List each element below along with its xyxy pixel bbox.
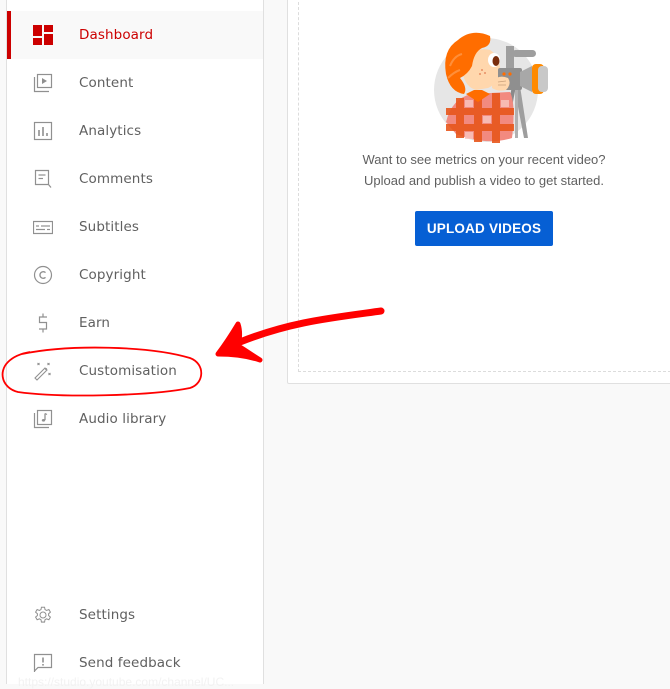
active-indicator (7, 11, 11, 59)
sidebar-item-subtitles[interactable]: Subtitles (7, 203, 263, 251)
gear-icon (31, 603, 55, 627)
sidebar-item-dashboard[interactable]: Dashboard (7, 11, 263, 59)
sidebar-item-label: Copyright (79, 267, 146, 283)
comments-icon (31, 167, 55, 191)
sidebar: Dashboard Content Analytics Comments Sub… (6, 0, 264, 684)
sidebar-item-label: Content (79, 75, 134, 91)
status-url: https://studio.youtube.com/channel/UC... (18, 675, 235, 689)
copyright-icon (31, 263, 55, 287)
sidebar-item-customisation[interactable]: Customisation (7, 347, 263, 395)
sidebar-item-copyright[interactable]: Copyright (7, 251, 263, 299)
sidebar-item-content[interactable]: Content (7, 59, 263, 107)
feedback-icon (31, 651, 55, 675)
analytics-icon (31, 119, 55, 143)
sidebar-item-label: Analytics (79, 123, 142, 139)
upload-videos-button[interactable]: UPLOAD VIDEOS (415, 211, 553, 246)
sidebar-item-settings[interactable]: Settings (7, 591, 263, 639)
dollar-icon (31, 311, 55, 335)
sidebar-item-audio-library[interactable]: Audio library (7, 395, 263, 443)
sidebar-item-analytics[interactable]: Analytics (7, 107, 263, 155)
sidebar-item-earn[interactable]: Earn (7, 299, 263, 347)
audio-library-icon (31, 407, 55, 431)
sidebar-item-label: Comments (79, 171, 153, 187)
sidebar-item-label: Audio library (79, 411, 167, 427)
sidebar-item-label: Customisation (79, 363, 177, 379)
sidebar-item-label: Earn (79, 315, 111, 331)
sidebar-item-label: Settings (79, 607, 136, 623)
sidebar-item-comments[interactable]: Comments (7, 155, 263, 203)
sidebar-item-label: Subtitles (79, 219, 140, 235)
subtitles-icon (31, 215, 55, 239)
videographer-illustration (432, 26, 558, 144)
sidebar-item-label: Dashboard (79, 27, 154, 43)
magic-wand-icon (31, 359, 55, 383)
empty-state-message-line2: Upload and publish a video to get starte… (364, 173, 604, 188)
dashboard-icon (31, 23, 55, 47)
content-icon (31, 71, 55, 95)
empty-state-message-line1: Want to see metrics on your recent video… (362, 152, 606, 167)
